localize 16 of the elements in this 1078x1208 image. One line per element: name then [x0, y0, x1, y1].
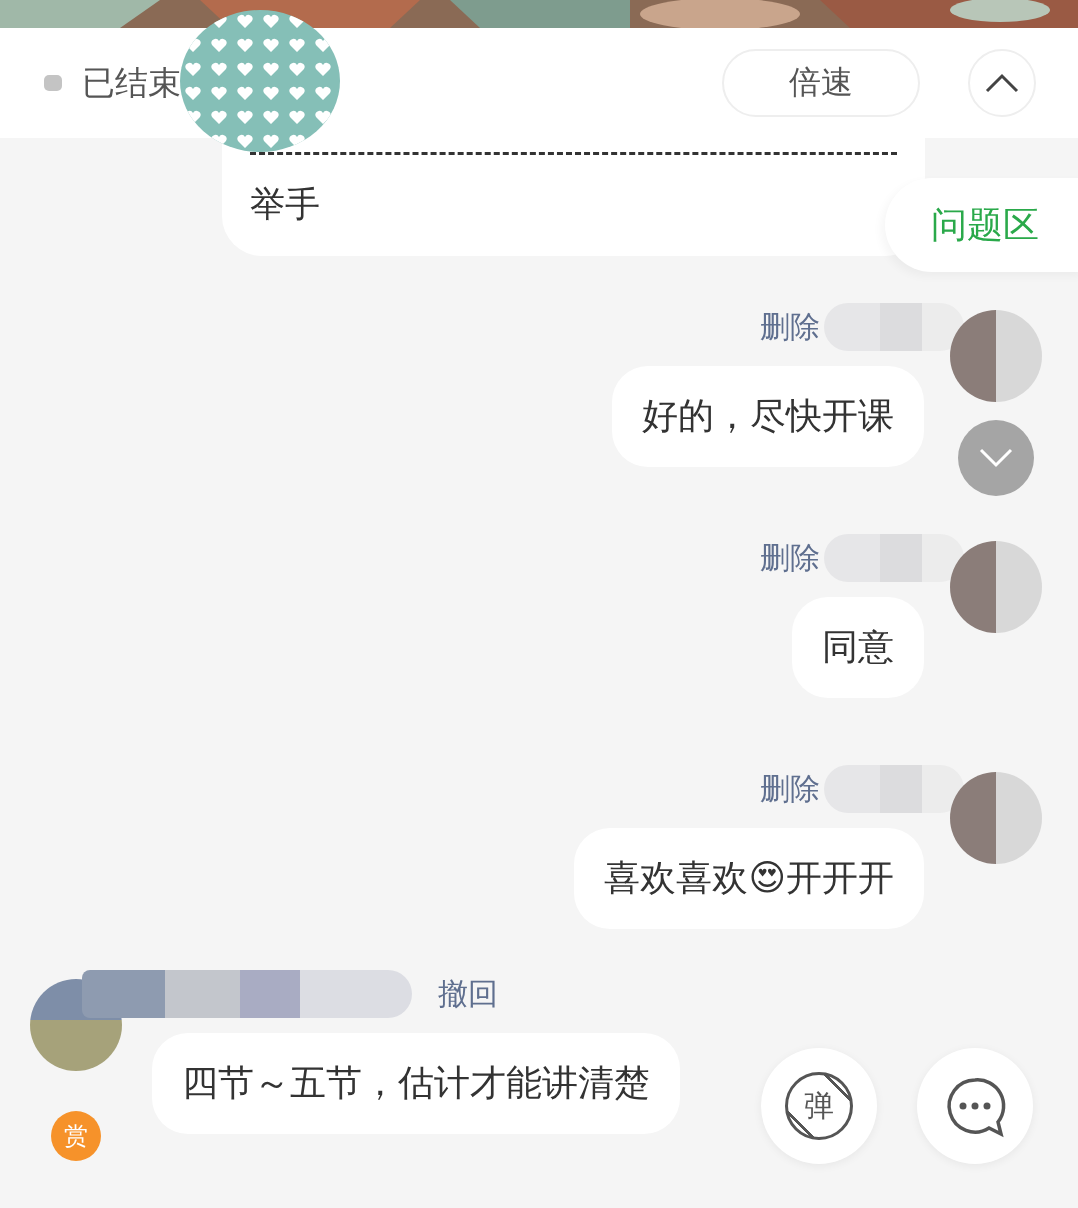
- questions-tab[interactable]: 问题区: [885, 178, 1078, 272]
- message-bubble: 好的，尽快开课: [612, 366, 924, 467]
- speed-button[interactable]: 倍速: [722, 49, 920, 117]
- message-text: 举手: [250, 183, 321, 226]
- reward-badge: 赏: [51, 1111, 101, 1161]
- chevron-down-icon: [978, 447, 1014, 469]
- message-bubble: 同意: [792, 597, 924, 698]
- recall-link[interactable]: 撤回: [438, 973, 498, 1015]
- delete-link[interactable]: 删除: [760, 537, 820, 579]
- message-bubble: 喜欢喜欢😍开开开: [574, 828, 924, 929]
- danmaku-off-button[interactable]: 弹: [761, 1048, 877, 1164]
- live-status: 已结束: [82, 61, 181, 104]
- chevron-up-icon: [984, 72, 1020, 94]
- delete-link[interactable]: 删除: [760, 768, 820, 810]
- delete-link[interactable]: 删除: [760, 306, 820, 348]
- message-bubble: 四节～五节，估计才能讲清楚: [152, 1033, 680, 1134]
